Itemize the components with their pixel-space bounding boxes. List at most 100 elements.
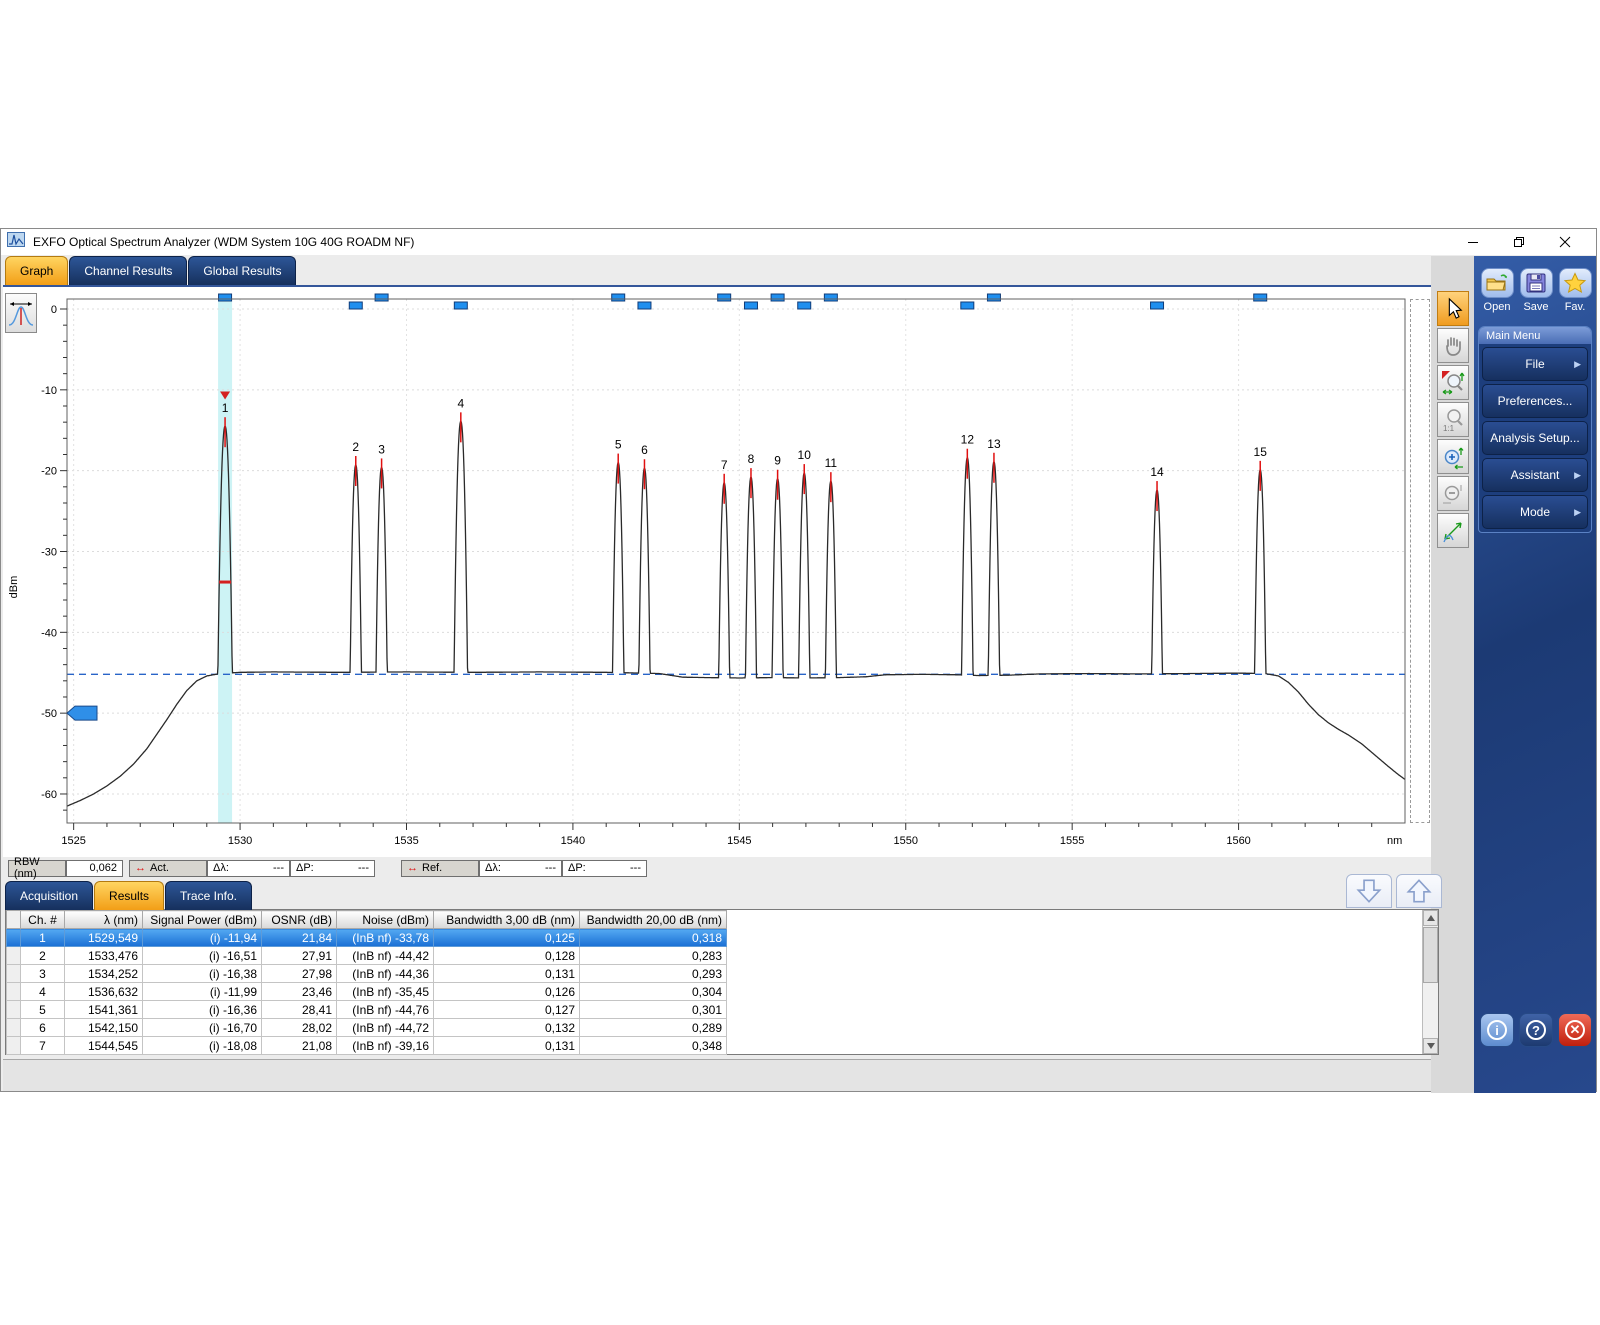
table-cell[interactable]: (i) -16,36 [143, 1001, 262, 1019]
zoom-1to1-tool-button[interactable]: 1:1 [1437, 402, 1469, 437]
table-cell[interactable]: 1533,476 [65, 947, 143, 965]
column-header[interactable]: Bandwidth 3,00 dB (nm) [434, 911, 580, 929]
table-cell[interactable]: (InB nf) -44,76 [337, 1001, 434, 1019]
table-cell[interactable]: 0,132 [434, 1019, 580, 1037]
table-cell[interactable]: 0,293 [580, 965, 727, 983]
zoom-out-tool-button[interactable] [1437, 476, 1469, 511]
table-cell[interactable]: 0,125 [434, 929, 580, 947]
column-header[interactable]: Signal Power (dBm) [143, 911, 262, 929]
table-cell[interactable]: (i) -18,08 [143, 1037, 262, 1055]
table-row[interactable]: 71544,545(i) -18,0821,08(InB nf) -39,160… [7, 1037, 727, 1055]
exit-button[interactable]: ✕ [1558, 1013, 1592, 1047]
menu-item-analysis-setup[interactable]: Analysis Setup...▶ [1482, 421, 1588, 455]
table-cell[interactable]: 1 [21, 929, 65, 947]
help-button[interactable]: ? [1519, 1013, 1553, 1047]
table-cell[interactable]: 21,08 [262, 1037, 337, 1055]
table-cell[interactable]: (i) -11,99 [143, 983, 262, 1001]
zoom-in-tool-button[interactable] [1437, 439, 1469, 474]
table-cell[interactable]: 3 [21, 965, 65, 983]
table-cell[interactable]: (i) -11,94 [143, 929, 262, 947]
table-cell[interactable]: 0,289 [580, 1019, 727, 1037]
pointer-tool-button[interactable] [1437, 291, 1469, 326]
table-cell[interactable]: 4 [21, 983, 65, 1001]
favorites-button[interactable]: Fav. [1558, 268, 1592, 313]
table-cell[interactable]: 28,02 [262, 1019, 337, 1037]
table-cell[interactable]: (InB nf) -44,72 [337, 1019, 434, 1037]
table-cell[interactable]: 1529,549 [65, 929, 143, 947]
table-cell[interactable]: 0,126 [434, 983, 580, 1001]
zoom-selection-tool-button[interactable] [1437, 365, 1469, 400]
table-cell[interactable]: 1544,545 [65, 1037, 143, 1055]
table-cell[interactable]: (InB nf) -44,42 [337, 947, 434, 965]
open-button[interactable]: Open [1480, 268, 1514, 313]
table-cell[interactable]: 1542,150 [65, 1019, 143, 1037]
table-cell[interactable]: 28,41 [262, 1001, 337, 1019]
save-button[interactable]: Save [1519, 268, 1553, 313]
table-row[interactable]: 61542,150(i) -16,7028,02(InB nf) -44,720… [7, 1019, 727, 1037]
scroll-down-button[interactable] [1423, 1038, 1438, 1054]
table-row[interactable]: 31534,252(i) -16,3827,98(InB nf) -44,360… [7, 965, 727, 983]
row-selector[interactable] [7, 983, 21, 1001]
auto-scale-tool-button[interactable] [1437, 513, 1469, 548]
table-cell[interactable]: 6 [21, 1019, 65, 1037]
close-window-button[interactable] [1542, 229, 1588, 255]
expand-panel-button[interactable] [1396, 874, 1442, 908]
table-cell[interactable]: 21,84 [262, 929, 337, 947]
table-cell[interactable]: 0,304 [580, 983, 727, 1001]
table-cell[interactable]: 27,91 [262, 947, 337, 965]
table-cell[interactable]: (i) -16,38 [143, 965, 262, 983]
row-selector[interactable] [7, 947, 21, 965]
pan-tool-button[interactable] [1437, 328, 1469, 363]
menu-item-file[interactable]: File▶ [1482, 347, 1588, 381]
column-header[interactable]: Ch. # [21, 911, 65, 929]
table-cell[interactable]: 0,131 [434, 965, 580, 983]
scroll-up-button[interactable] [1423, 910, 1438, 926]
table-cell[interactable]: 7 [21, 1037, 65, 1055]
table-cell[interactable]: 1541,361 [65, 1001, 143, 1019]
table-row[interactable]: 21533,476(i) -16,5127,91(InB nf) -44,420… [7, 947, 727, 965]
column-header[interactable]: Bandwidth 20,00 dB (nm) [580, 911, 727, 929]
marker-tool-button[interactable] [5, 293, 37, 333]
zoom-scroll-strip[interactable] [1410, 299, 1430, 823]
table-cell[interactable]: 23,46 [262, 983, 337, 1001]
column-header[interactable]: λ (nm) [65, 911, 143, 929]
table-cell[interactable]: 1534,252 [65, 965, 143, 983]
table-cell[interactable]: 0,301 [580, 1001, 727, 1019]
tab-acquisition[interactable]: Acquisition [5, 881, 93, 910]
table-cell[interactable]: (InB nf) -39,16 [337, 1037, 434, 1055]
scrollbar-thumb[interactable] [1423, 927, 1438, 983]
column-header[interactable]: OSNR (dB) [262, 911, 337, 929]
row-selector[interactable] [7, 1019, 21, 1037]
collapse-panel-button[interactable] [1346, 874, 1392, 908]
ref-marker-label[interactable]: ↔Ref. [401, 860, 479, 877]
column-header[interactable]: Noise (dBm) [337, 911, 434, 929]
table-cell[interactable]: (InB nf) -33,78 [337, 929, 434, 947]
tab-results[interactable]: Results [94, 881, 164, 910]
table-cell[interactable]: 0,348 [580, 1037, 727, 1055]
table-cell[interactable]: (i) -16,70 [143, 1019, 262, 1037]
table-cell[interactable]: (InB nf) -44,36 [337, 965, 434, 983]
table-scrollbar[interactable] [1422, 910, 1438, 1054]
table-cell[interactable]: 0,318 [580, 929, 727, 947]
table-cell[interactable]: 2 [21, 947, 65, 965]
table-cell[interactable]: 0,283 [580, 947, 727, 965]
table-cell[interactable]: (InB nf) -35,45 [337, 983, 434, 1001]
table-row[interactable]: 41536,632(i) -11,9923,46(InB nf) -35,450… [7, 983, 727, 1001]
tab-global-results[interactable]: Global Results [188, 256, 296, 285]
menu-item-preferences[interactable]: Preferences...▶ [1482, 384, 1588, 418]
tab-graph[interactable]: Graph [5, 256, 68, 285]
tab-channel-results[interactable]: Channel Results [69, 256, 187, 285]
menu-item-mode[interactable]: Mode▶ [1482, 495, 1588, 529]
table-cell[interactable]: 27,98 [262, 965, 337, 983]
table-cell[interactable]: 1536,632 [65, 983, 143, 1001]
row-selector[interactable] [7, 1001, 21, 1019]
table-cell[interactable]: 0,131 [434, 1037, 580, 1055]
table-row[interactable]: 51541,361(i) -16,3628,41(InB nf) -44,760… [7, 1001, 727, 1019]
table-cell[interactable]: (i) -16,51 [143, 947, 262, 965]
table-row[interactable]: 11529,549(i) -11,9421,84(InB nf) -33,780… [7, 929, 727, 947]
table-cell[interactable]: 0,128 [434, 947, 580, 965]
act-marker-label[interactable]: ↔Act. [129, 860, 207, 877]
row-selector[interactable] [7, 929, 21, 947]
spectrum-plot[interactable]: 1234567891011121314150-10-20-30-40-50-60… [3, 287, 1409, 859]
menu-item-assistant[interactable]: Assistant▶ [1482, 458, 1588, 492]
